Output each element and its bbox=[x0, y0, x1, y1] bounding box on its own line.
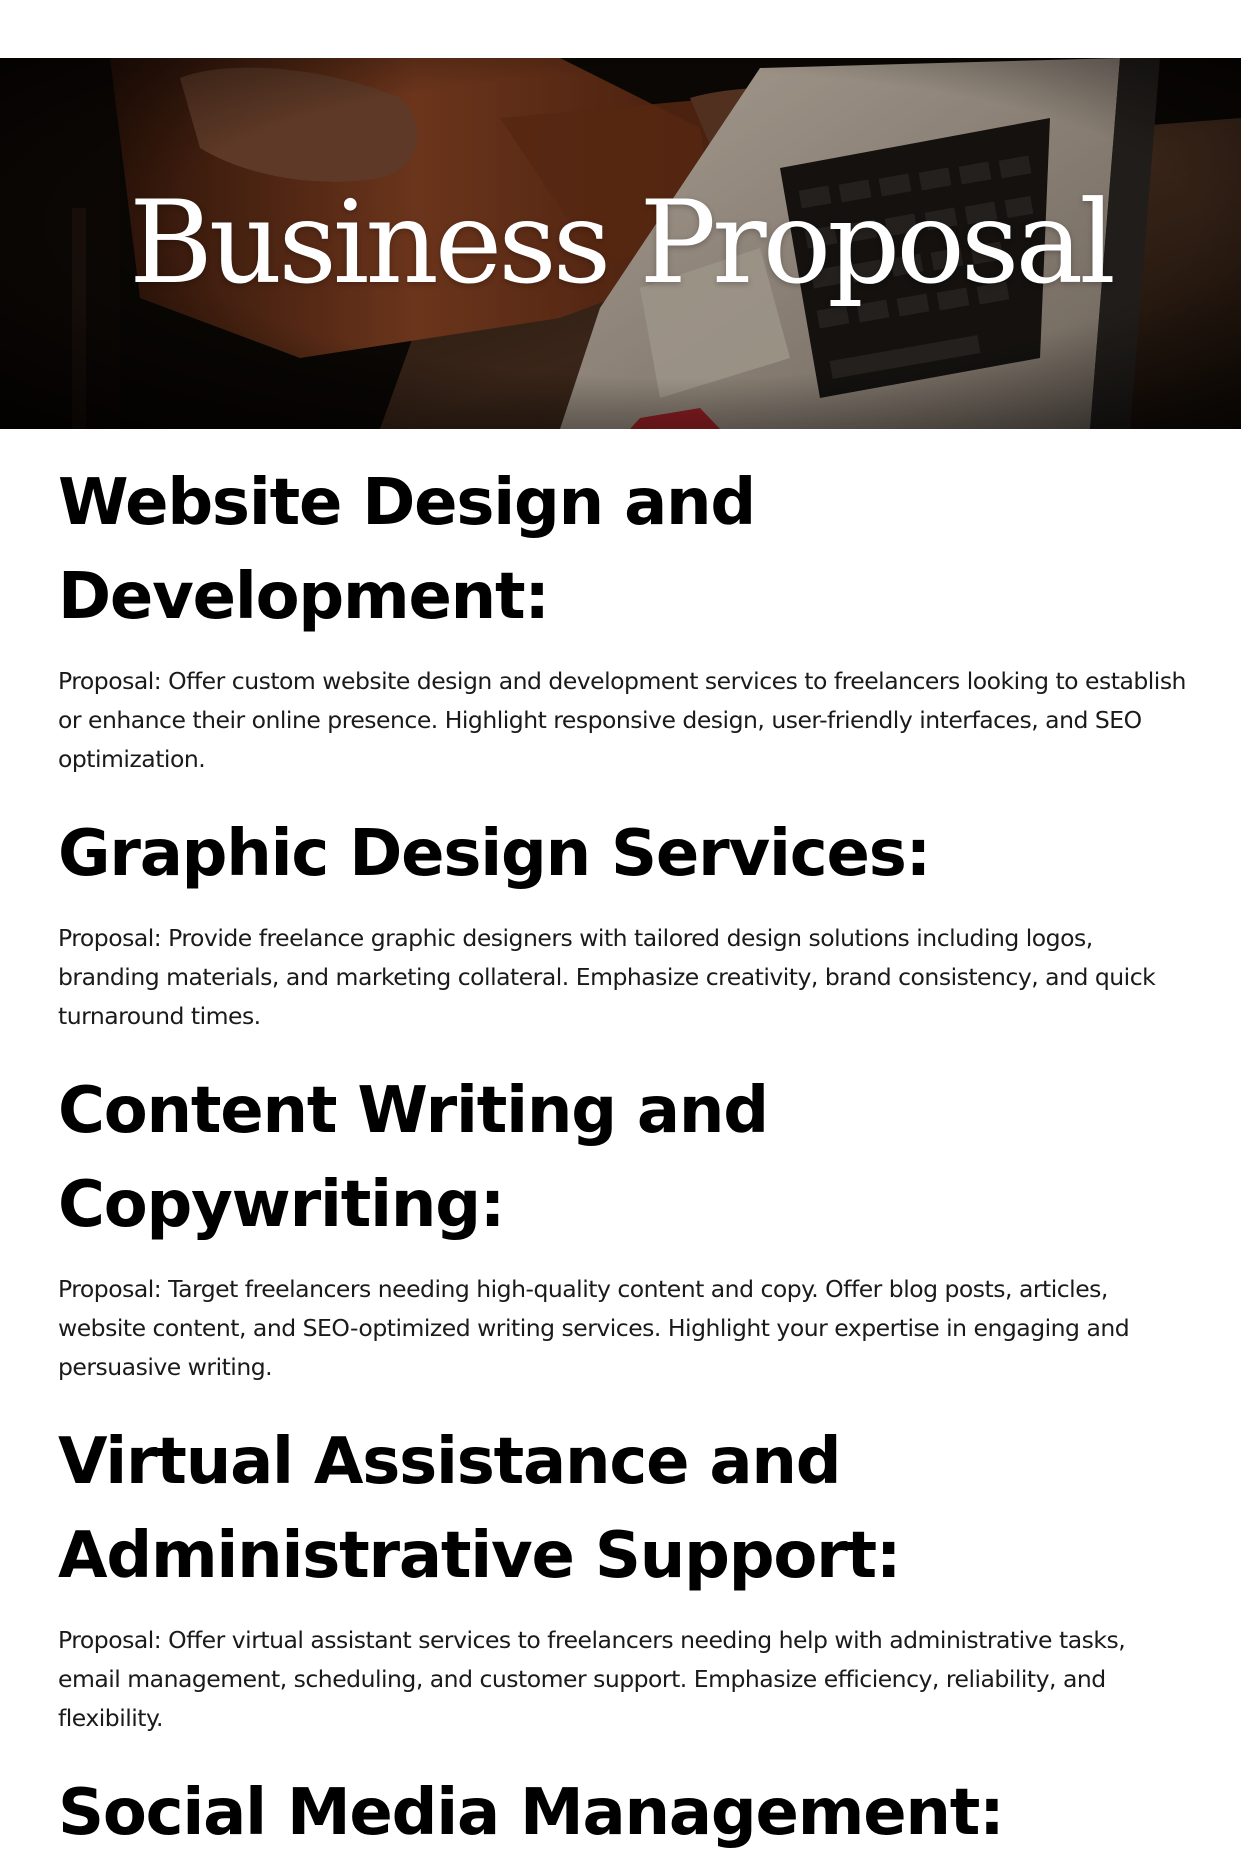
section-body: Proposal: Offer virtual assistant servic… bbox=[58, 1626, 1126, 1732]
section-heading: Website Design and Development: bbox=[58, 466, 756, 634]
section-heading: Virtual Assistance and Administrative Su… bbox=[58, 1425, 901, 1593]
section-graphic-design: Graphic Design Services: Proposal: Provi… bbox=[58, 807, 1188, 1036]
section-heading: Graphic Design Services: bbox=[58, 817, 931, 891]
section-body: Proposal: Target freelancers needing hig… bbox=[58, 1275, 1130, 1381]
section-social-media: Social Media Management: bbox=[58, 1766, 1188, 1860]
section-virtual-assistance: Virtual Assistance and Administrative Su… bbox=[58, 1415, 1188, 1738]
section-heading: Social Media Management: bbox=[58, 1776, 1005, 1850]
section-website-design: Website Design and Development: Proposal… bbox=[58, 456, 1188, 779]
section-body: Proposal: Provide freelance graphic desi… bbox=[58, 924, 1156, 1030]
proposal-content: Website Design and Development: Proposal… bbox=[58, 456, 1188, 1860]
section-heading: Content Writing and Copywriting: bbox=[58, 1074, 769, 1242]
section-body: Proposal: Offer custom website design an… bbox=[58, 667, 1186, 773]
document-title: Business Proposal bbox=[129, 176, 1116, 309]
section-content-writing: Content Writing and Copywriting: Proposa… bbox=[58, 1064, 1188, 1387]
hero-banner: Business Proposal bbox=[0, 58, 1241, 429]
